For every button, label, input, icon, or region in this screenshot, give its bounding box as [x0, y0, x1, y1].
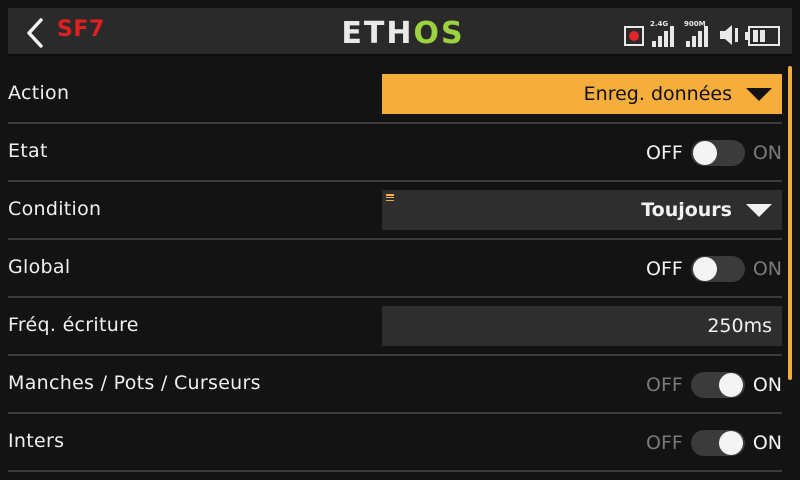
status-icons: 2.4G 900M: [624, 16, 780, 50]
row-label: Etat: [8, 140, 48, 162]
ethos-logo: ETH OS: [338, 15, 468, 51]
write-frequency-field[interactable]: 250ms: [382, 306, 782, 346]
battery-icon: [745, 26, 780, 46]
toggle-off-label: OFF: [646, 258, 683, 280]
header-bar: SF7 ETH OS 2.4G 900M: [8, 8, 792, 56]
toggle-off-label: OFF: [646, 432, 683, 454]
menu-icon[interactable]: [386, 194, 394, 201]
etat-toggle[interactable]: OFF ON: [646, 138, 782, 168]
row-condition: Condition Toujours: [8, 182, 782, 240]
sticks-pots-sliders-toggle[interactable]: OFF ON: [646, 370, 782, 400]
toggle-switch[interactable]: [690, 372, 745, 398]
global-toggle[interactable]: OFF ON: [646, 254, 782, 284]
signal-900m-icon: 900M: [684, 20, 712, 50]
row-write-frequency: Fréq. écriture 250ms: [8, 298, 782, 356]
toggle-switch[interactable]: [690, 140, 745, 166]
logo-eth: ETH: [341, 15, 414, 51]
scrollbar[interactable]: [788, 66, 792, 380]
toggle-on-label: ON: [752, 258, 782, 280]
write-frequency-value: 250ms: [707, 315, 772, 337]
record-icon[interactable]: [624, 26, 644, 46]
condition-dropdown[interactable]: Toujours: [382, 190, 782, 230]
triangle-down-icon: [746, 203, 772, 217]
action-dropdown[interactable]: Enreg. données: [382, 74, 782, 114]
row-label: Condition: [8, 198, 102, 220]
condition-value: Toujours: [641, 199, 732, 221]
toggle-off-label: OFF: [646, 142, 683, 164]
row-label: Fréq. écriture: [8, 314, 139, 336]
toggle-on-label: ON: [752, 374, 782, 396]
toggle-switch[interactable]: [690, 430, 745, 456]
settings-list: Action Enreg. données Etat OFF ON Condit…: [0, 66, 790, 472]
toggle-on-label: ON: [752, 142, 782, 164]
signal-2g4-icon: 2.4G: [650, 20, 678, 50]
toggle-on-label: ON: [752, 432, 782, 454]
page-code: SF7: [57, 17, 105, 42]
logo-os: OS: [413, 15, 465, 51]
toggle-off-label: OFF: [646, 374, 683, 396]
row-label: Action: [8, 82, 70, 104]
row-label: Manches / Pots / Curseurs: [8, 372, 261, 394]
screen: SF7 ETH OS 2.4G 900M Action Enreg. donné…: [0, 0, 800, 480]
row-label: Global: [8, 256, 71, 278]
row-label: Inters: [8, 430, 65, 452]
action-value: Enreg. données: [583, 83, 732, 105]
row-etat: Etat OFF ON: [8, 124, 782, 182]
row-global: Global OFF ON: [8, 240, 782, 298]
switches-toggle[interactable]: OFF ON: [646, 428, 782, 458]
row-action: Action Enreg. données: [8, 66, 782, 124]
toggle-switch[interactable]: [690, 256, 745, 282]
back-button[interactable]: [20, 16, 50, 50]
chevron-left-icon: [27, 18, 43, 48]
row-sticks-pots-sliders: Manches / Pots / Curseurs OFF ON: [8, 356, 782, 414]
speaker-icon[interactable]: [718, 22, 742, 48]
triangle-down-icon: [746, 87, 772, 101]
row-switches: Inters OFF ON: [8, 414, 782, 472]
